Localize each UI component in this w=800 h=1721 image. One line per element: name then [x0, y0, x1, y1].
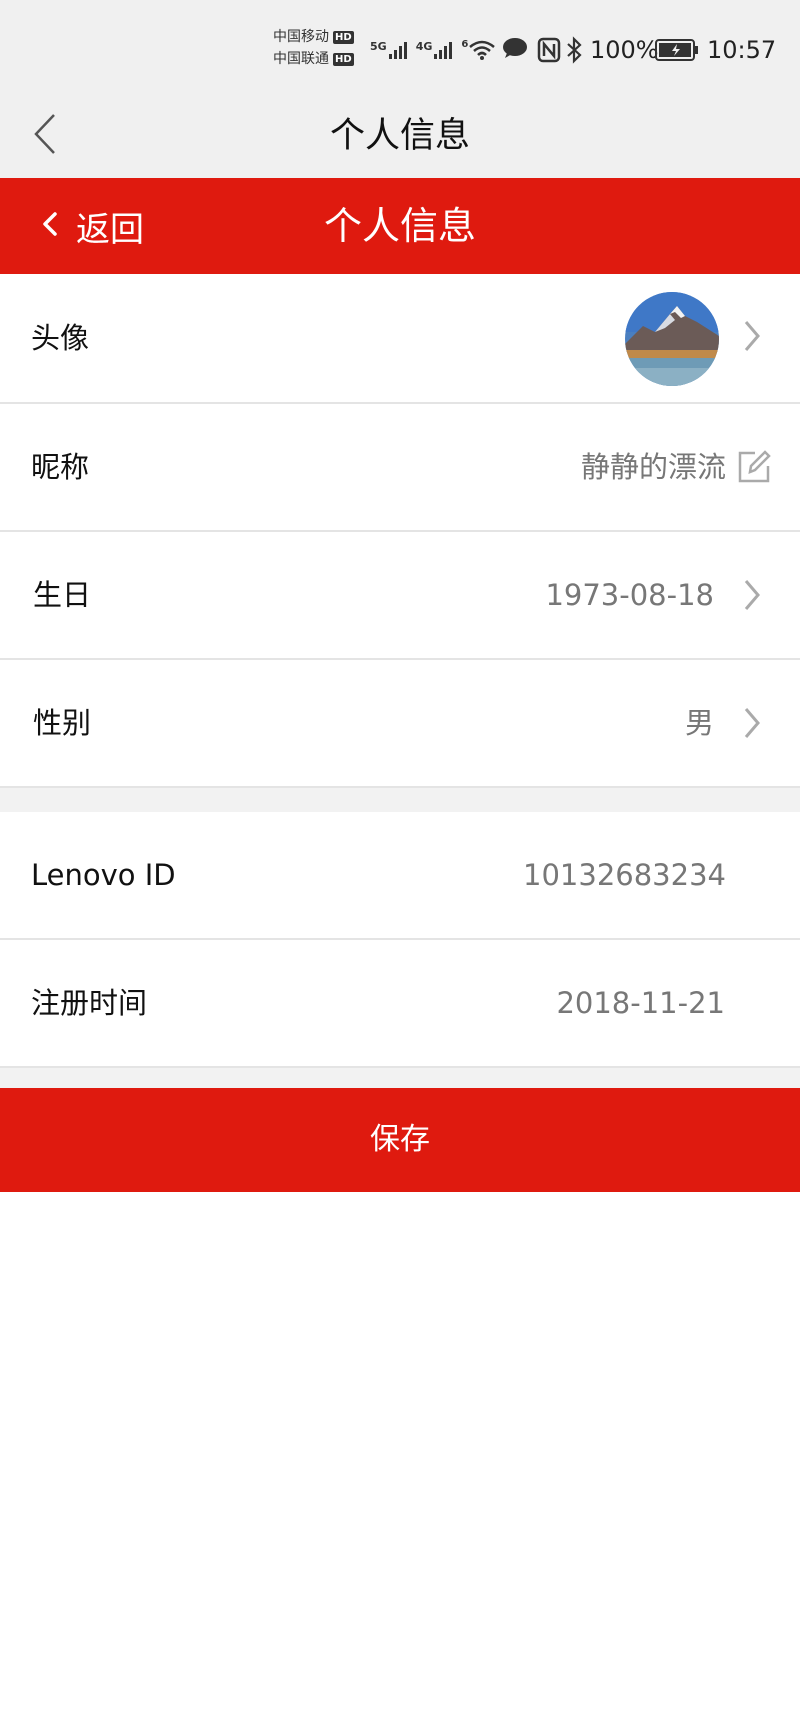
section-divider [0, 788, 800, 812]
nickname-label: 昵称 [31, 450, 90, 484]
edit-icon[interactable] [737, 450, 771, 488]
lenovo-id-label: Lenovo ID [31, 858, 176, 892]
battery-percentage: 100% [590, 36, 659, 64]
birthday-value: 1973-08-18 [545, 578, 714, 612]
birthday-label: 生日 [33, 578, 92, 612]
message-icon [502, 37, 528, 63]
lenovo-id-row: Lenovo ID 10132683234 [0, 812, 800, 940]
register-time-label: 注册时间 [31, 986, 148, 1020]
bluetooth-icon [565, 36, 583, 68]
avatar[interactable] [625, 292, 719, 386]
birthday-row[interactable]: 生日 1973-08-18 [0, 532, 800, 660]
section-divider [0, 1068, 800, 1088]
signal-4g-icon: 4G [416, 40, 456, 60]
register-time-value: 2018-11-21 [556, 986, 725, 1020]
avatar-label: 头像 [31, 321, 90, 355]
hd-badge: HD [333, 52, 354, 66]
battery-icon [655, 38, 699, 66]
gender-value: 男 [684, 706, 714, 740]
carrier-1-name: 中国移动 [273, 29, 329, 45]
chevron-right-icon [742, 705, 762, 745]
nickname-value: 静静的漂流 [580, 450, 726, 484]
signal-5g-icon: 5G [370, 40, 410, 60]
avatar-row[interactable]: 头像 [0, 274, 800, 404]
page-header: 返回 个人信息 [0, 178, 800, 274]
carrier-2-name: 中国联通 [273, 51, 329, 67]
clock: 10:57 [707, 36, 777, 64]
status-icons: 5G 4G 6 [370, 30, 528, 70]
carrier-info: 中国移动 HD 中国联通 HD [273, 26, 365, 70]
gender-label: 性别 [33, 706, 92, 740]
nickname-row[interactable]: 昵称 静静的漂流 [0, 404, 800, 532]
register-time-row: 注册时间 2018-11-21 [0, 940, 800, 1068]
network-type-label: 4G [415, 40, 433, 53]
gender-row[interactable]: 性别 男 [0, 660, 800, 788]
chevron-right-icon [742, 318, 762, 358]
lenovo-id-value: 10132683234 [523, 858, 726, 892]
chevron-right-icon [742, 577, 762, 617]
hd-badge: HD [333, 30, 354, 44]
wifi-icon: 6 [461, 39, 496, 61]
wifi-generation-label: 6 [461, 39, 469, 50]
save-button[interactable]: 保存 [0, 1088, 800, 1192]
status-bar: 中国移动 HD 中国联通 HD 5G 4G 6 100% 10:57 [0, 0, 800, 95]
page-title: 个人信息 [323, 204, 476, 248]
network-type-label: 5G [370, 40, 387, 53]
nfc-icon [537, 37, 561, 67]
nav-title: 个人信息 [329, 116, 470, 156]
nav-bar: 个人信息 [0, 95, 800, 178]
